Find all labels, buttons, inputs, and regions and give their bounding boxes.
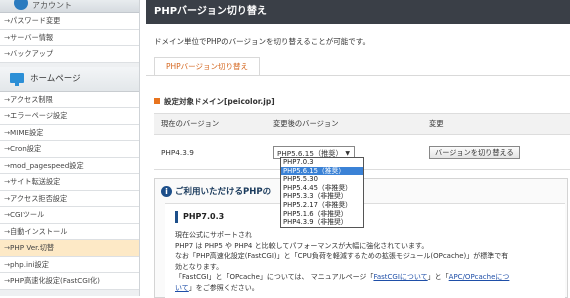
info-line: なお「PHP高速化設定(FastCGI)」と「CPU負荷を軽減するための拡張モジ… xyxy=(175,252,509,260)
opcache-manual-link[interactable]: APC/OPcacheにつ xyxy=(449,273,510,281)
sidebar-item-label: パスワード変更 xyxy=(10,16,61,25)
sidebar-item-label: PHP Ver.切替 xyxy=(10,243,55,252)
square-bullet-icon xyxy=(154,98,160,104)
sidebar-item-label: CGIツール xyxy=(10,210,45,219)
sidebar-item-password-change[interactable]: →パスワード変更 xyxy=(0,13,139,30)
info-text-fragment: 」をご参照ください。 xyxy=(188,283,259,292)
switch-version-button[interactable]: バージョンを切り替える xyxy=(429,145,520,159)
tab-php-version-switch[interactable]: PHPバージョン切り替え xyxy=(154,57,260,76)
homepage-section-header[interactable]: ホームページ xyxy=(0,66,139,92)
page-description: ドメイン単位でPHPのバージョンを切り替えることが可能です。 xyxy=(154,37,371,46)
info-text-fragment: 「FastCGI」と「OPcache」については、 マニュアルページ「 xyxy=(175,273,374,281)
info-line: 現在公式にサポートされ xyxy=(175,231,252,239)
col-new-version: 変更後のバージョン xyxy=(266,113,422,135)
target-domain: 設定対象ドメイン[peicolor.jp] xyxy=(154,96,275,107)
sidebar-item-cron[interactable]: →Cron設定 xyxy=(0,141,139,158)
version-heading: PHP7.0.3 xyxy=(175,211,224,223)
sidebar-item-access-restriction[interactable]: →アクセス制限 xyxy=(0,91,139,108)
info-heading: i ご利用いただけるPHPの xyxy=(161,185,271,197)
dropdown-option[interactable]: PHP4.3.9（非推奨） xyxy=(281,218,363,227)
fastcgi-manual-link[interactable]: FastCGIについて xyxy=(373,273,427,281)
sidebar-item-cgi-tool[interactable]: →CGIツール xyxy=(0,207,139,224)
dropdown-option[interactable]: PHP5.2.17（非推奨） xyxy=(281,201,363,210)
tab-divider xyxy=(146,75,570,76)
info-heading-text: ご利用いただけるPHPの xyxy=(175,187,272,197)
sidebar-item-backup[interactable]: →バックアップ xyxy=(0,46,139,63)
sidebar-item-label: mod_pagespeed設定 xyxy=(10,160,84,170)
opcache-manual-link-cont[interactable]: いて xyxy=(175,284,189,292)
current-version-value: PHP4.3.9 xyxy=(154,134,266,170)
dropdown-option[interactable]: PHP5.5.30 xyxy=(281,175,363,184)
sidebar-item-error-page[interactable]: →エラーページ設定 xyxy=(0,108,139,125)
sidebar-item-php-version[interactable]: →PHP Ver.切替 xyxy=(0,240,139,257)
sidebar-item-label: アクセス拒否設定 xyxy=(10,193,68,203)
sidebar-item-label: php.ini設定 xyxy=(10,259,49,269)
sidebar-item-access-deny[interactable]: →アクセス拒否設定 xyxy=(0,190,139,207)
change-cell: バージョンを切り替える xyxy=(422,134,570,170)
info-text-fragment: 」と「 xyxy=(427,273,449,281)
dropdown-option[interactable]: PHP5.3.3（非推奨） xyxy=(281,192,363,201)
target-domain-label: 設定対象ドメイン[peicolor.jp] xyxy=(164,97,275,106)
info-panel: PHP7.0.3 現在公式にサポートされ PHP7 は PHP5 や PHP4 … xyxy=(165,203,565,298)
sidebar-item-label: PHP高速化設定(FastCGI化) xyxy=(10,276,100,285)
account-section-header[interactable]: アカウント xyxy=(0,0,139,13)
info-line: PHP7 は PHP5 や PHP4 と比較してパフォーマンスが大幅に強化されて… xyxy=(175,241,429,250)
sidebar-item-auto-install[interactable]: →自動インストール xyxy=(0,223,139,240)
dropdown-option[interactable]: PHP7.0.3 xyxy=(281,158,363,167)
monitor-icon xyxy=(10,73,24,86)
account-section-label: アカウント xyxy=(32,1,72,10)
sidebar-item-site-transfer[interactable]: →サイト転送設定 xyxy=(0,174,139,191)
sidebar-item-label: エラーページ設定 xyxy=(10,111,68,120)
main-content: PHPバージョン切り替え ドメイン単位でPHPのバージョンを切り替えることが可能… xyxy=(146,0,570,298)
sidebar-item-label: サイト転送設定 xyxy=(10,177,61,186)
sidebar-item-label: バックアップ xyxy=(10,49,54,58)
sidebar-item-label: MIME設定 xyxy=(10,127,44,137)
sidebar-item-server-info[interactable]: →サーバー情報 xyxy=(0,29,139,46)
info-text: 現在公式にサポートされ PHP7 は PHP5 や PHP4 と比較してパフォー… xyxy=(175,230,560,293)
sidebar-item-php-fastcgi[interactable]: →PHP高速化設定(FastCGI化) xyxy=(0,273,139,290)
dropdown-option[interactable]: PHP5.1.6（非推奨） xyxy=(281,210,363,219)
version-dropdown-list: PHP7.0.3 PHP5.6.15（推奨） PHP5.5.30 PHP5.4.… xyxy=(280,157,364,228)
sidebar-item-label: アクセス制限 xyxy=(10,94,53,104)
dropdown-option-selected[interactable]: PHP5.6.15（推奨） xyxy=(281,166,363,176)
col-change: 変更 xyxy=(422,113,570,135)
sidebar-item-label: サーバー情報 xyxy=(10,32,54,42)
sidebar-item-php-ini[interactable]: →php.ini設定 xyxy=(0,256,139,273)
page-title: PHPバージョン切り替え xyxy=(146,0,570,24)
info-line: 効となります。 xyxy=(175,262,224,271)
table-header-row: 現在のバージョン 変更後のバージョン 変更 xyxy=(154,113,570,135)
col-current-version: 現在のバージョン xyxy=(154,113,266,135)
info-icon: i xyxy=(161,186,172,197)
info-line: いて」をご参照ください。 xyxy=(175,283,560,294)
sidebar: アカウント →パスワード変更 →サーバー情報 →バックアップ ホームページ →ア… xyxy=(0,0,140,296)
account-icon xyxy=(14,0,28,10)
sidebar-item-pagespeed[interactable]: →mod_pagespeed設定 xyxy=(0,157,139,174)
homepage-section-label: ホームページ xyxy=(30,73,81,84)
info-line: 「FastCGI」と「OPcache」については、 マニュアルページ「FastC… xyxy=(175,272,560,283)
sidebar-item-label: Cron設定 xyxy=(10,144,42,153)
sidebar-item-mime[interactable]: →MIME設定 xyxy=(0,124,139,141)
sidebar-item-label: 自動インストール xyxy=(10,226,68,236)
